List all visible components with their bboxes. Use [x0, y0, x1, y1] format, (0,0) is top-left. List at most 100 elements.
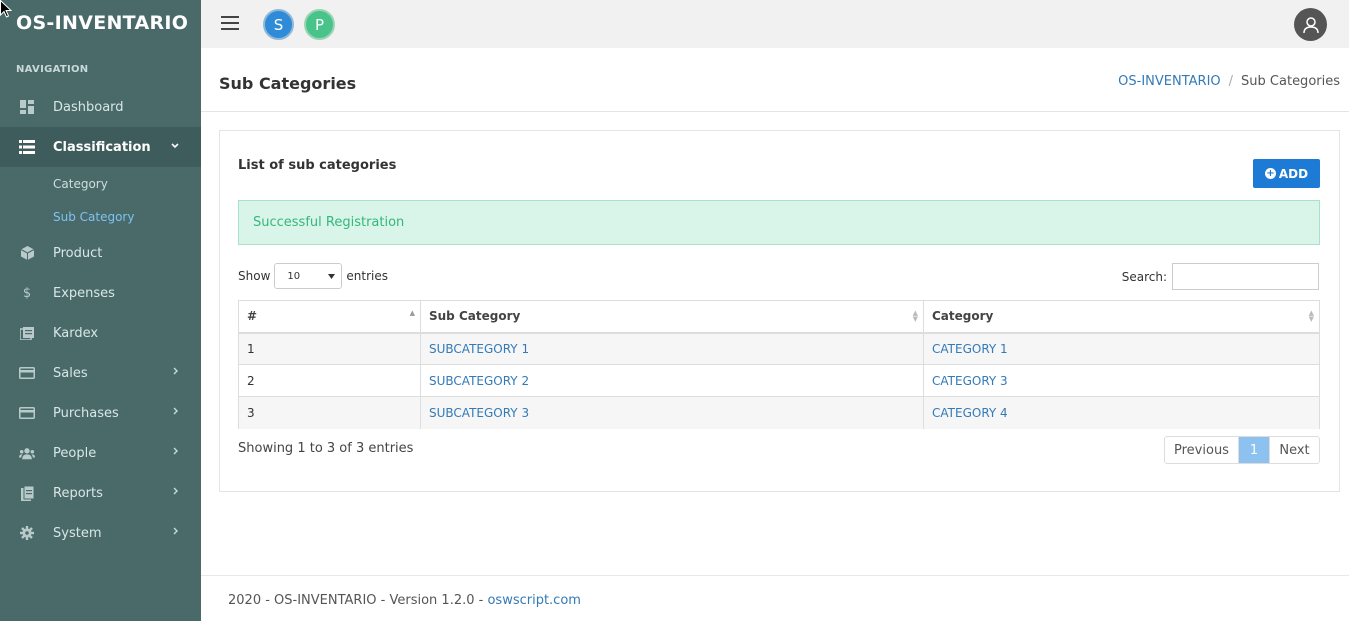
sidebar-subitem-category[interactable]: Category: [0, 167, 201, 200]
table-row: 3 SUBCATEGORY 3 CATEGORY 4: [238, 396, 1320, 429]
category-link[interactable]: CATEGORY 3: [932, 374, 1008, 388]
chevron-down-icon: [171, 141, 179, 152]
breadcrumb-separator: /: [1228, 74, 1234, 89]
column-header-category[interactable]: Category ▲ ▼: [923, 300, 1320, 334]
subcategories-table: # ▲ Sub Category ▲ ▼ Category ▲ ▼ 1 SUBCAT…: [238, 300, 1320, 429]
list-icon: [19, 139, 35, 155]
category-cell: CATEGORY 1: [923, 332, 1320, 365]
breadcrumb: OS-INVENTARIO / Sub Categories: [1118, 74, 1340, 89]
table-row: 1 SUBCATEGORY 1 CATEGORY 1: [238, 332, 1320, 365]
sub-category-cell: SUBCATEGORY 1: [420, 332, 924, 365]
pagination-next-button[interactable]: Next: [1269, 437, 1319, 463]
category-cell: CATEGORY 4: [923, 396, 1320, 429]
column-header-sub-category[interactable]: Sub Category ▲ ▼: [420, 300, 924, 334]
breadcrumb-home-link[interactable]: OS-INVENTARIO: [1118, 74, 1221, 89]
dollar-icon: $: [22, 285, 32, 301]
chevron-right-icon: [173, 487, 179, 498]
table-header-row: # ▲ Sub Category ▲ ▼ Category ▲ ▼: [238, 300, 1320, 334]
entries-select[interactable]: 10: [274, 263, 343, 289]
column-header-label: Category: [932, 309, 994, 324]
category-link[interactable]: CATEGORY 4: [932, 406, 1008, 420]
chevron-right-icon: [173, 407, 179, 418]
success-alert: Successful Registration: [238, 200, 1320, 245]
sub-category-cell: SUBCATEGORY 3: [420, 396, 924, 429]
sidebar-item-label: People: [53, 445, 97, 461]
sort-icon: ▲ ▼: [912, 309, 918, 323]
pagination-previous-button[interactable]: Previous: [1165, 437, 1239, 463]
users-icon: [19, 445, 35, 461]
entries-length-control: Show 10 entries: [238, 263, 388, 289]
add-button-label: ADD: [1278, 166, 1309, 181]
sidebar-item-classification[interactable]: Classification: [0, 127, 201, 167]
footer-text: 2020 - OS-INVENTARIO - Version 1.2.0 - o…: [228, 593, 581, 608]
pagination-page-button[interactable]: 1: [1239, 437, 1269, 463]
dashboard-icon: [19, 99, 35, 115]
page-title: Sub Categories: [219, 74, 357, 93]
table-row: 2 SUBCATEGORY 2 CATEGORY 3: [238, 364, 1320, 397]
book-icon: [19, 325, 35, 341]
footer-copyright: 2020 - OS-INVENTARIO - Version 1.2.0 -: [228, 593, 488, 608]
sidebar-item-product[interactable]: Product: [0, 233, 201, 273]
entries-select-value: 10: [287, 270, 301, 282]
sidebar-item-label: Product: [53, 245, 103, 261]
pagination: Previous 1 Next: [1164, 436, 1320, 464]
cube-icon: [19, 245, 35, 261]
sub-category-cell: SUBCATEGORY 2: [420, 364, 924, 397]
plus-circle-icon: +: [1264, 167, 1276, 179]
chevron-right-icon: [173, 367, 179, 378]
gear-icon: [19, 525, 35, 541]
table-info: Showing 1 to 3 of 3 entries: [238, 441, 414, 456]
avatar-p-button[interactable]: P: [304, 9, 335, 40]
top-header: S P: [201, 0, 1349, 48]
card-icon: [19, 405, 35, 421]
chevron-right-icon: [173, 527, 179, 538]
sidebar-item-purchases[interactable]: Purchases: [0, 393, 201, 433]
column-header-number[interactable]: # ▲: [238, 300, 421, 334]
sidebar-item-label: Reports: [53, 485, 103, 501]
row-number: 2: [238, 364, 421, 397]
sub-category-link[interactable]: SUBCATEGORY 1: [429, 342, 529, 356]
column-header-label: #: [247, 309, 258, 324]
mouse-cursor-icon: [0, 0, 12, 18]
breadcrumb-current: Sub Categories: [1241, 74, 1340, 89]
sidebar-item-system[interactable]: System: [0, 513, 201, 553]
menu-toggle-icon[interactable]: [221, 16, 239, 30]
card-title: List of sub categories: [238, 158, 397, 173]
sidebar-item-label: Classification: [53, 139, 151, 155]
sidebar-item-dashboard[interactable]: Dashboard: [0, 87, 201, 127]
sidebar-item-label: Sales: [53, 365, 88, 381]
sub-category-link[interactable]: SUBCATEGORY 3: [429, 406, 529, 420]
nav-header: NAVIGATION: [16, 64, 89, 75]
file-icon: [19, 485, 35, 501]
sidebar-subitem-sub-category[interactable]: Sub Category: [0, 200, 201, 233]
sidebar-item-label: Kardex: [53, 325, 99, 341]
sidebar-item-label: Expenses: [53, 285, 115, 301]
sub-category-link[interactable]: SUBCATEGORY 2: [429, 374, 529, 388]
user-avatar-icon[interactable]: [1294, 8, 1327, 41]
category-link[interactable]: CATEGORY 1: [932, 342, 1008, 356]
search-input[interactable]: [1172, 263, 1319, 290]
add-button[interactable]: + ADD: [1253, 159, 1320, 188]
sidebar-item-people[interactable]: People: [0, 433, 201, 473]
card-icon: [19, 365, 35, 381]
sidebar-item-reports[interactable]: Reports: [0, 473, 201, 513]
sort-asc-icon: ▲: [409, 309, 415, 317]
caret-down-icon: [328, 273, 336, 279]
chevron-right-icon: [173, 447, 179, 458]
footer-link[interactable]: oswscript.com: [487, 593, 580, 608]
sidebar-item-label: System: [53, 525, 102, 541]
brand-logo[interactable]: OS-INVENTARIO: [0, 0, 201, 46]
sidebar-item-label: Dashboard: [53, 99, 124, 115]
footer: 2020 - OS-INVENTARIO - Version 1.2.0 - o…: [201, 575, 1349, 621]
entries-label: entries: [346, 269, 388, 283]
search-label: Search:: [1121, 269, 1167, 284]
sidebar-item-sales[interactable]: Sales: [0, 353, 201, 393]
subcategories-card: List of sub categories + ADD Successful …: [219, 130, 1340, 492]
sidebar-item-expenses[interactable]: $ Expenses: [0, 273, 201, 313]
table-search: Search:: [1122, 263, 1319, 290]
column-header-label: Sub Category: [429, 309, 521, 324]
avatar-s-button[interactable]: S: [263, 9, 294, 40]
row-number: 1: [238, 332, 421, 365]
row-number: 3: [238, 396, 421, 429]
sidebar-item-kardex[interactable]: Kardex: [0, 313, 201, 353]
